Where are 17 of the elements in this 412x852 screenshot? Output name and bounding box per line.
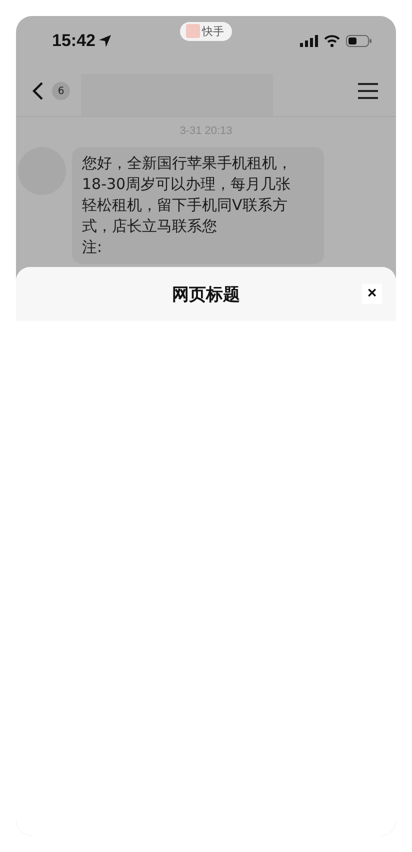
battery-icon xyxy=(346,35,372,47)
unread-badge: 6 xyxy=(52,82,70,100)
message-line: 式，店长立马联系您 xyxy=(82,216,218,237)
back-icon[interactable] xyxy=(32,81,44,101)
status-time: 15:42 xyxy=(52,31,96,51)
app-pill[interactable]: 快手 xyxy=(180,22,232,40)
close-button[interactable]: × xyxy=(362,284,382,304)
message-line: 轻松租机，留下手机同V联系方 xyxy=(82,195,288,216)
location-arrow-icon xyxy=(98,34,112,48)
sheet-title: 网页标题 xyxy=(172,284,240,306)
menu-icon[interactable] xyxy=(358,83,378,99)
signal-icon xyxy=(300,35,318,47)
app-icon xyxy=(186,24,200,38)
wifi-icon xyxy=(324,35,340,47)
message-line: 您好，全新国行苹果手机租机， xyxy=(82,153,293,174)
message-line: 注: xyxy=(82,237,104,258)
message-line: 18-30周岁可以办理，每月几张 xyxy=(82,174,292,195)
